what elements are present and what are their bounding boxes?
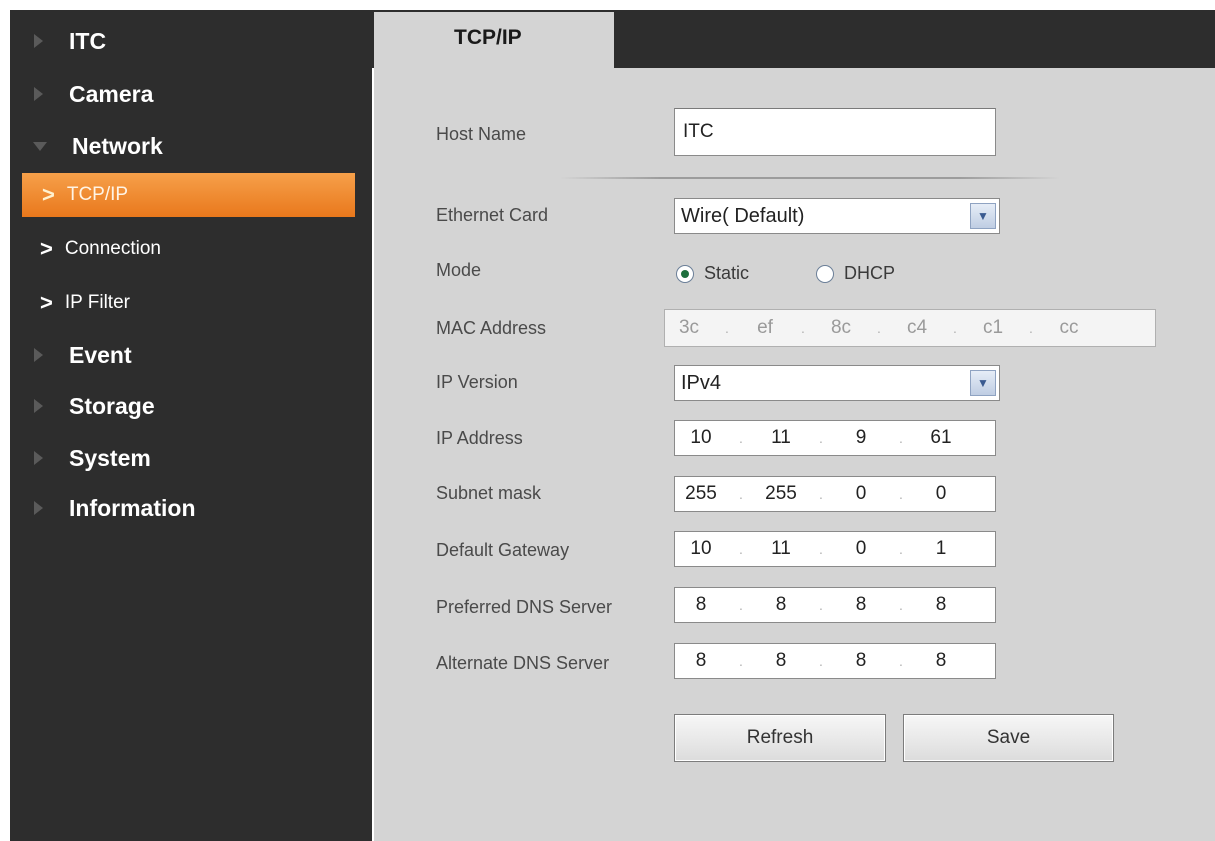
mac-octet: 3c (678, 317, 700, 338)
chevron-right-icon: > (40, 290, 53, 315)
sidebar-item-event[interactable]: Event (0, 333, 362, 377)
sidebar-item-label: System (69, 444, 151, 471)
chevron-down-icon[interactable]: ▼ (970, 203, 996, 229)
gateway-octet[interactable]: 0 (835, 538, 887, 560)
mode-label: Mode (436, 260, 482, 280)
radio-checked-icon (676, 264, 694, 283)
sidebar-item-label: ITC (69, 27, 107, 54)
triangle-right-icon (34, 34, 43, 48)
dns-octet[interactable]: 8 (915, 594, 967, 616)
ip-version-label: IP Version (436, 372, 518, 392)
subnet-octet[interactable]: 255 (675, 483, 727, 505)
mode-static-label: Static (704, 263, 750, 283)
ip-octet[interactable]: 61 (915, 427, 967, 449)
sidebar-item-information[interactable]: Information (0, 486, 362, 530)
subnet-octet[interactable]: 0 (835, 483, 887, 505)
sidebar-subitem-ip-filter[interactable]: > IP Filter (0, 282, 362, 324)
alternate-dns-label: Alternate DNS Server (436, 653, 610, 673)
dns-octet[interactable]: 8 (915, 650, 967, 672)
sidebar-subitem-label: TCP/IP (66, 184, 129, 205)
dns-octet[interactable]: 8 (755, 594, 807, 616)
radio-unchecked-icon (816, 264, 834, 283)
mode-static-radio[interactable]: Static (676, 263, 749, 284)
gateway-octet[interactable]: 11 (755, 538, 807, 560)
chevron-right-icon: > (40, 236, 53, 261)
sidebar-subitem-label: Connection (64, 238, 161, 259)
subnet-mask-label: Subnet mask (436, 483, 542, 503)
sidebar-item-label: Information (69, 494, 196, 521)
save-button[interactable]: Save (903, 714, 1114, 762)
sidebar-item-label: Storage (69, 392, 155, 419)
default-gateway-field[interactable]: 10. 11. 0. 1 (674, 531, 996, 567)
ip-octet[interactable]: 11 (755, 427, 807, 449)
sidebar-item-camera[interactable]: Camera (0, 72, 362, 116)
dns-octet[interactable]: 8 (835, 594, 887, 616)
sidebar-subitem-tcpip[interactable]: > TCP/IP (22, 173, 355, 217)
triangle-right-icon (34, 451, 43, 465)
subnet-octet[interactable]: 255 (755, 483, 807, 505)
dns-octet[interactable]: 8 (675, 650, 727, 672)
chevron-down-icon[interactable]: ▼ (970, 370, 996, 396)
ip-version-select[interactable]: IPv4 ▼ (674, 365, 1000, 401)
dns-octet[interactable]: 8 (675, 594, 727, 616)
mode-dhcp-label: DHCP (844, 263, 896, 283)
sidebar-item-label: Network (72, 132, 163, 159)
gateway-octet[interactable]: 10 (675, 538, 727, 560)
subnet-mask-field[interactable]: 255. 255. 0. 0 (674, 476, 996, 512)
sidebar-item-system[interactable]: System (0, 436, 362, 480)
sidebar-item-network[interactable]: Network (0, 124, 362, 168)
sidebar-subitem-label: IP Filter (64, 292, 130, 313)
ethernet-card-value: Wire( Default) (681, 204, 805, 227)
refresh-button[interactable]: Refresh (674, 714, 886, 762)
ethernet-card-select[interactable]: Wire( Default) ▼ (674, 198, 1000, 234)
chevron-right-icon: > (42, 182, 55, 207)
ip-octet[interactable]: 9 (835, 427, 887, 449)
gateway-octet[interactable]: 1 (915, 538, 967, 560)
sidebar-subitem-connection[interactable]: > Connection (0, 228, 362, 270)
sidebar-item-label: Camera (69, 80, 154, 107)
mac-octet: c1 (982, 317, 1004, 338)
triangle-right-icon (34, 501, 43, 515)
mac-octet: ef (757, 317, 773, 338)
preferred-dns-label: Preferred DNS Server (436, 597, 613, 617)
alternate-dns-field[interactable]: 8. 8. 8. 8 (674, 643, 996, 679)
triangle-right-icon (34, 348, 43, 362)
section-divider (560, 177, 1060, 179)
sidebar-item-storage[interactable]: Storage (0, 384, 362, 428)
ip-octet[interactable]: 10 (675, 427, 727, 449)
mac-address-field: 3c. ef. 8c. c4. c1. cc (664, 309, 1156, 347)
sidebar-item-itc[interactable]: ITC (0, 19, 362, 63)
mac-address-label: MAC Address (436, 318, 547, 338)
triangle-right-icon (34, 87, 43, 101)
host-name-label: Host Name (436, 124, 527, 144)
dns-octet[interactable]: 8 (835, 650, 887, 672)
mode-dhcp-radio[interactable]: DHCP (816, 263, 895, 284)
preferred-dns-field[interactable]: 8. 8. 8. 8 (674, 587, 996, 623)
ethernet-card-label: Ethernet Card (436, 205, 549, 225)
sidebar-item-label: Event (69, 341, 132, 368)
ip-version-value: IPv4 (681, 371, 722, 394)
ip-address-field[interactable]: 10. 11. 9. 61 (674, 420, 996, 456)
triangle-right-icon (34, 399, 43, 413)
mac-octet: c4 (906, 317, 928, 338)
tab-tcpip[interactable]: TCP/IP (374, 12, 614, 70)
ip-address-label: IP Address (436, 428, 523, 448)
dns-octet[interactable]: 8 (755, 650, 807, 672)
triangle-down-icon (33, 141, 47, 151)
mac-octet: 8c (830, 317, 852, 338)
mac-octet: cc (1059, 317, 1079, 338)
host-name-input[interactable]: ITC (674, 108, 996, 156)
subnet-octet[interactable]: 0 (915, 483, 967, 505)
default-gateway-label: Default Gateway (436, 540, 570, 560)
